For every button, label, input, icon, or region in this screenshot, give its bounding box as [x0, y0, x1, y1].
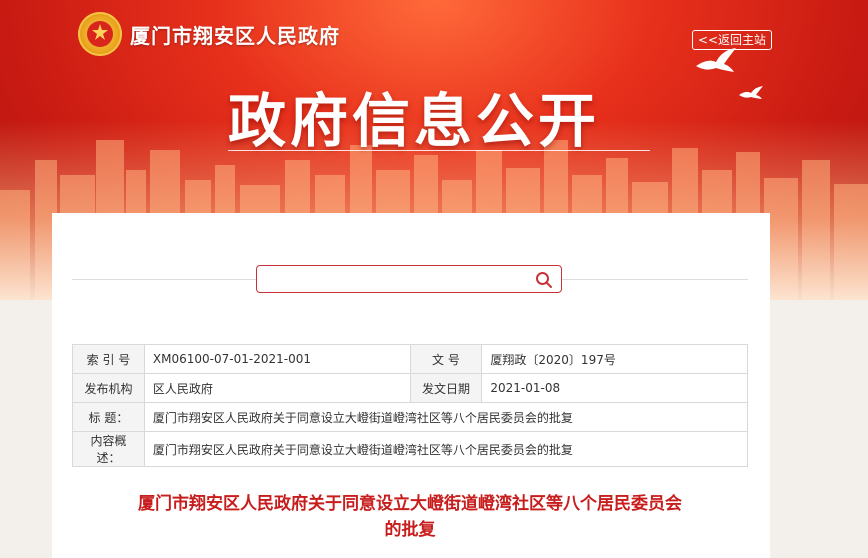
- content-panel: 索 引 号 XM06100-07-01-2021-001 文 号 厦翔政〔202…: [52, 213, 770, 558]
- table-row: 标 题： 厦门市翔安区人民政府关于同意设立大嶝街道嶝湾社区等八个居民委员会的批复: [72, 402, 749, 432]
- search-icon[interactable]: [535, 271, 553, 293]
- summary-value: 厦门市翔安区人民政府关于同意设立大嶝街道嶝湾社区等八个居民委员会的批复: [143, 431, 749, 467]
- title-underline: [228, 150, 650, 151]
- index-label: 索 引 号: [72, 344, 145, 374]
- search-input[interactable]: [257, 266, 543, 292]
- document-title: 厦门市翔安区人民政府关于同意设立大嶝街道嶝湾社区等八个居民委员会 的批复: [92, 491, 728, 543]
- title-value: 厦门市翔安区人民政府关于同意设立大嶝街道嶝湾社区等八个居民委员会的批复: [143, 402, 749, 432]
- summary-label: 内容概述：: [72, 431, 145, 467]
- site-logo[interactable]: 厦门市翔安区人民政府: [78, 12, 340, 56]
- table-row: 发布机构 区人民政府 发文日期 2021-01-08: [72, 373, 748, 403]
- dove-icon: [696, 48, 736, 72]
- index-value: XM06100-07-01-2021-001: [143, 344, 411, 374]
- date-label: 发文日期: [409, 373, 483, 403]
- dove-icon-small: [739, 86, 763, 99]
- publisher-value: 区人民政府: [143, 373, 411, 403]
- page-title: 政府信息公开: [228, 87, 601, 155]
- table-row: 内容概述： 厦门市翔安区人民政府关于同意设立大嶝街道嶝湾社区等八个居民委员会的批…: [72, 431, 749, 467]
- document-meta-table: 索 引 号 XM06100-07-01-2021-001 文 号 厦翔政〔202…: [72, 344, 749, 467]
- table-row: 索 引 号 XM06100-07-01-2021-001 文 号 厦翔政〔202…: [72, 344, 748, 374]
- site-name: 厦门市翔安区人民政府: [130, 23, 340, 48]
- search-box[interactable]: [256, 265, 562, 293]
- document-title-line1: 厦门市翔安区人民政府关于同意设立大嶝街道嶝湾社区等八个居民委员会: [138, 494, 682, 514]
- national-emblem-icon: [78, 12, 122, 56]
- date-value: 2021-01-08: [481, 373, 748, 403]
- publisher-label: 发布机构: [72, 373, 145, 403]
- docno-label: 文 号: [409, 344, 483, 374]
- title-label: 标 题：: [72, 402, 145, 432]
- document-title-line2: 的批复: [384, 520, 436, 540]
- back-home-link[interactable]: <<返回主站: [692, 30, 772, 50]
- docno-value: 厦翔政〔2020〕197号: [481, 344, 748, 374]
